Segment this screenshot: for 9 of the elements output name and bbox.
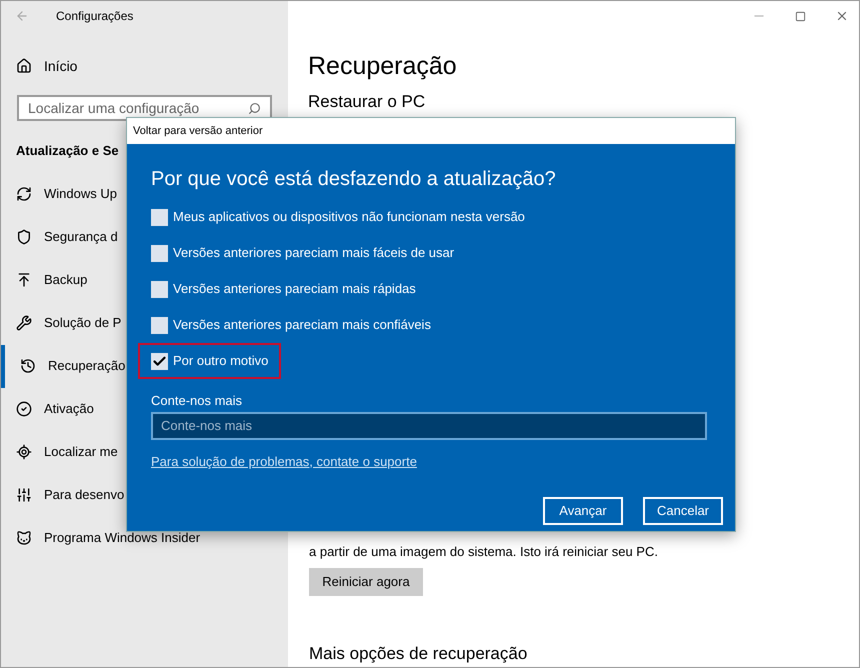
- section-title: Restaurar o PC: [308, 91, 426, 113]
- field-label: Conte-nos mais: [151, 392, 244, 410]
- description: a partir de uma imagem do sistema. Isto irá reiniciar seu PC.: [309, 542, 658, 560]
- section-title: Mais opções de recuperação: [309, 642, 528, 665]
- dialog-title: Voltar para versão anterior: [127, 118, 735, 144]
- section-heading: Atualização e Se: [16, 142, 120, 160]
- page-title: Recuperação: [308, 51, 458, 82]
- window-title: Configurações: [56, 8, 134, 25]
- dialog-heading: Por que você está desfazendo a atualização?: [151, 167, 557, 192]
